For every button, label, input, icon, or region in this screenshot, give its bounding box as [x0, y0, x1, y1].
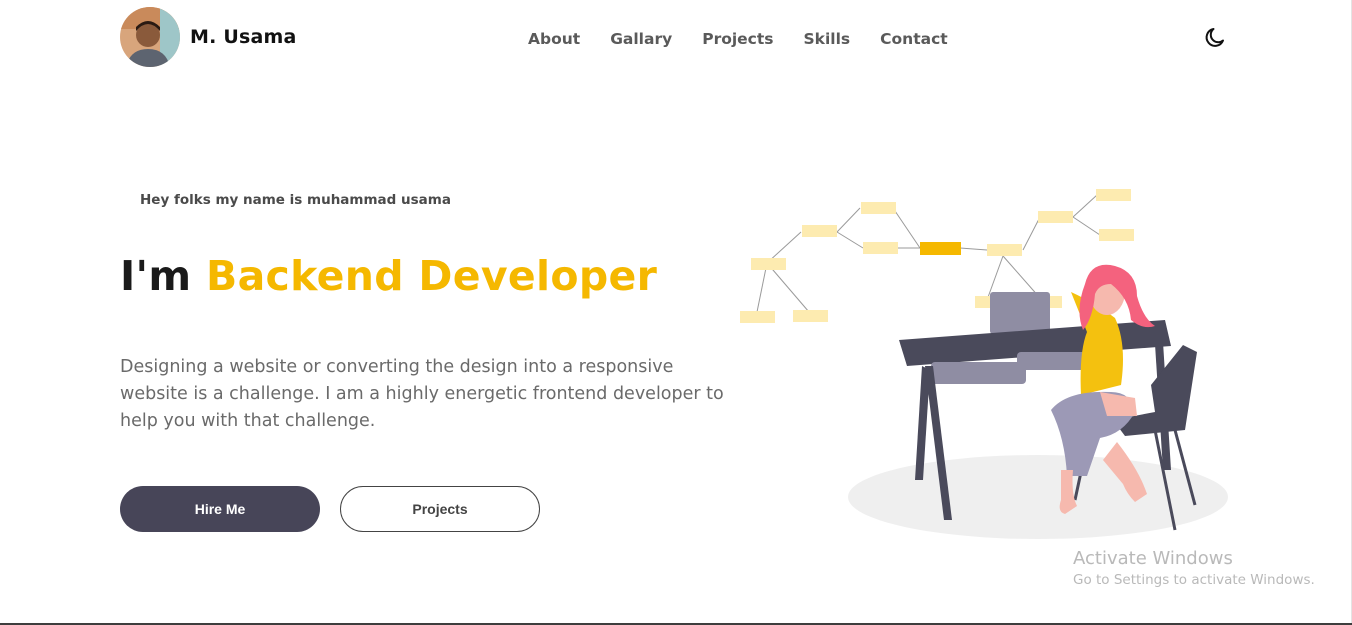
hire-me-button[interactable]: Hire Me: [120, 486, 320, 532]
theme-toggle-button[interactable]: [1203, 24, 1229, 50]
hero-intro: Hey folks my name is muhammad usama: [140, 192, 451, 208]
watermark-subtitle: Go to Settings to activate Windows.: [1073, 572, 1315, 588]
hero-illustration: [735, 180, 1245, 545]
headline-prefix: I'm: [120, 252, 192, 300]
main-nav: About Gallary Projects Skills Contact: [528, 30, 978, 48]
avatar[interactable]: [120, 7, 180, 67]
nav-link-skills[interactable]: Skills: [804, 30, 851, 48]
avatar-image: [120, 7, 180, 67]
nav-link-projects[interactable]: Projects: [702, 30, 773, 48]
hero-headline: I'm Backend Developer: [120, 252, 657, 300]
windows-activation-watermark: Activate Windows Go to Settings to activ…: [1073, 548, 1315, 588]
headline-accent: Backend Developer: [206, 252, 658, 300]
hero-description: Designing a website or converting the de…: [120, 357, 724, 431]
developer-at-desk-illustration: [740, 189, 1228, 539]
nav-link-gallary[interactable]: Gallary: [610, 30, 672, 48]
nav-link-contact[interactable]: Contact: [880, 30, 948, 48]
brand-name[interactable]: M. Usama: [190, 26, 297, 48]
projects-button[interactable]: Projects: [340, 486, 540, 532]
navbar: M. Usama About Gallary Projects Skills C…: [0, 0, 1352, 78]
watermark-title: Activate Windows: [1073, 548, 1233, 569]
moon-icon: [1205, 28, 1224, 47]
nav-link-about[interactable]: About: [528, 30, 580, 48]
